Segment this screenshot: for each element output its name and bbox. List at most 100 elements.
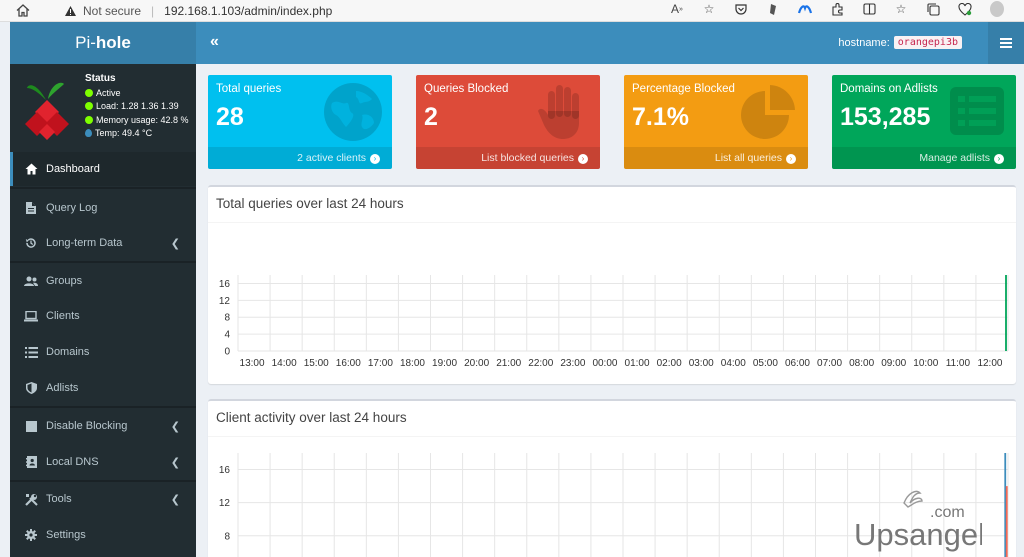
stat-box-domains-on-adlists: Domains on Adlists 153,285 Manage adlist… <box>832 75 1016 169</box>
stat-footer-label: Manage adlists <box>919 152 990 164</box>
status-memory-label: Memory usage: 42.8 % <box>96 114 189 125</box>
x-tick-label: 09:00 <box>881 358 906 369</box>
tools-icon <box>24 492 38 506</box>
status-info: Status Active Load: 1.28 1.36 1.39 Memor… <box>85 72 189 141</box>
status-active-label: Active <box>96 87 121 98</box>
profile-icon[interactable] <box>990 1 1004 17</box>
sidebar-item-label: Disable Blocking <box>46 420 128 432</box>
sidebar-item-local-dns[interactable]: Local DNS ❮ <box>10 445 196 479</box>
split-screen-icon[interactable] <box>862 2 876 16</box>
memory-dot-icon <box>85 115 93 124</box>
x-tick-label: 08:00 <box>849 358 874 369</box>
hostname-display: hostname: orangepi3b <box>838 36 962 49</box>
sidebar-item-label: Dashboard <box>46 163 100 175</box>
x-tick-label: 19:00 <box>432 358 457 369</box>
sidebar: Status Active Load: 1.28 1.36 1.39 Memor… <box>10 64 196 557</box>
history-icon <box>24 236 38 250</box>
watermark-text: Upsangel <box>854 517 982 552</box>
sidebar-item-settings[interactable]: Settings <box>10 518 196 552</box>
sidebar-item-tools[interactable]: Tools ❮ <box>10 482 196 516</box>
menu-hamburger-icon[interactable] <box>988 22 1024 64</box>
sidebar-item-label: Adlists <box>46 382 79 394</box>
sidebar-item-label: Local DNS <box>46 456 99 468</box>
upsangel-watermark-logo: .com Upsangel <box>854 490 982 552</box>
warning-icon <box>65 5 76 16</box>
chevron-left-icon: ❮ <box>170 456 180 469</box>
favorites-bar-icon[interactable]: ☆ <box>894 2 908 16</box>
collections-icon[interactable] <box>926 2 940 16</box>
arrow-circle-right-icon: › <box>786 154 796 164</box>
status-load: Load: 1.28 1.36 1.39 <box>85 100 189 114</box>
stat-footer-label: 2 active clients <box>297 152 366 164</box>
status-load-label: Load: 1.28 1.36 1.39 <box>96 101 179 111</box>
globe-icon <box>324 83 382 141</box>
y-tick-label: 8 <box>224 313 230 324</box>
sidebar-item-groups[interactable]: Groups <box>10 264 196 298</box>
stat-footer-label: List all queries <box>714 152 782 164</box>
x-tick-label: 10:00 <box>913 358 938 369</box>
menu-divider <box>10 187 196 189</box>
x-tick-label: 03:00 <box>689 358 714 369</box>
sidebar-item-disable-blocking[interactable]: Disable Blocking ❮ <box>10 409 196 443</box>
brand-light: Pi- <box>75 33 96 52</box>
pihole-logo-icon <box>25 82 69 140</box>
chevron-left-icon: ❮ <box>170 237 180 250</box>
x-tick-label: 14:00 <box>272 358 297 369</box>
sidebar-item-label: Clients <box>46 310 80 322</box>
sidebar-item-dashboard[interactable]: Dashboard <box>10 152 196 186</box>
x-tick-label: 00:00 <box>592 358 617 369</box>
laptop-icon <box>24 309 38 323</box>
sidebar-item-domains[interactable]: Domains <box>10 335 196 369</box>
arrow-circle-right-icon: › <box>370 154 380 164</box>
users-icon <box>24 274 38 288</box>
brand-logo[interactable]: Pi-hole <box>10 22 196 64</box>
sidebar-item-clients[interactable]: Clients <box>10 299 196 333</box>
not-secure-label: Not secure <box>83 3 142 18</box>
stat-footer-link[interactable]: List all queries › <box>624 147 808 169</box>
x-tick-label: 02:00 <box>657 358 682 369</box>
file-icon <box>24 201 38 215</box>
y-tick-label: 16 <box>219 279 231 290</box>
sidebar-item-label: Tools <box>46 493 72 505</box>
x-tick-label: 04:00 <box>721 358 746 369</box>
top-navbar: « hostname: orangepi3b <box>196 22 1024 64</box>
chart-title: Client activity over last 24 hours <box>208 401 1016 437</box>
extension-icon[interactable] <box>798 2 812 16</box>
extension-icon[interactable] <box>830 2 844 16</box>
y-tick-label: 16 <box>219 465 231 476</box>
sidebar-item-query-log[interactable]: Query Log <box>10 191 196 225</box>
x-tick-label: 18:00 <box>400 358 425 369</box>
stat-footer-link[interactable]: Manage adlists › <box>832 147 1016 169</box>
arrow-circle-right-icon: › <box>994 154 1004 164</box>
extension-icon[interactable] <box>766 2 780 16</box>
sidebar-toggle-icon[interactable]: « <box>210 33 219 51</box>
sidebar-item-adlists[interactable]: Adlists <box>10 371 196 405</box>
hand-icon <box>538 85 579 139</box>
pocket-icon[interactable] <box>734 2 748 16</box>
list-alt-icon <box>950 87 1004 135</box>
pie-chart-icon <box>741 85 795 139</box>
stat-footer-link[interactable]: List blocked queries › <box>416 147 600 169</box>
read-aloud-icon[interactable]: A» <box>670 2 684 16</box>
sidebar-item-long-term-data[interactable]: Long-term Data ❮ <box>10 226 196 260</box>
x-tick-label: 06:00 <box>785 358 810 369</box>
status-temp: Temp: 49.4 °C <box>85 127 189 141</box>
browser-essentials-icon[interactable] <box>958 2 972 16</box>
stat-footer-link[interactable]: 2 active clients › <box>208 147 392 169</box>
y-tick-label: 0 <box>224 347 230 358</box>
not-secure-indicator[interactable]: Not secure <box>64 4 141 18</box>
status-temp-label: Temp: 49.4 °C <box>95 128 153 138</box>
stop-icon <box>24 419 38 433</box>
favorite-icon[interactable]: ☆ <box>702 2 716 16</box>
load-dot-icon <box>85 102 93 110</box>
sidebar-item-label: Settings <box>46 529 86 541</box>
home-icon[interactable] <box>16 4 38 17</box>
stat-box-percentage-blocked: Percentage Blocked 7.1% List all queries… <box>624 75 808 169</box>
x-tick-label: 23:00 <box>560 358 585 369</box>
status-active: Active <box>85 87 189 101</box>
x-tick-label: 22:00 <box>528 358 553 369</box>
address-bar[interactable]: 192.168.1.103/admin/index.php <box>164 4 332 18</box>
x-tick-label: 17:00 <box>368 358 393 369</box>
status-panel: Status Active Load: 1.28 1.36 1.39 Memor… <box>10 64 196 150</box>
menu-divider <box>10 261 196 263</box>
